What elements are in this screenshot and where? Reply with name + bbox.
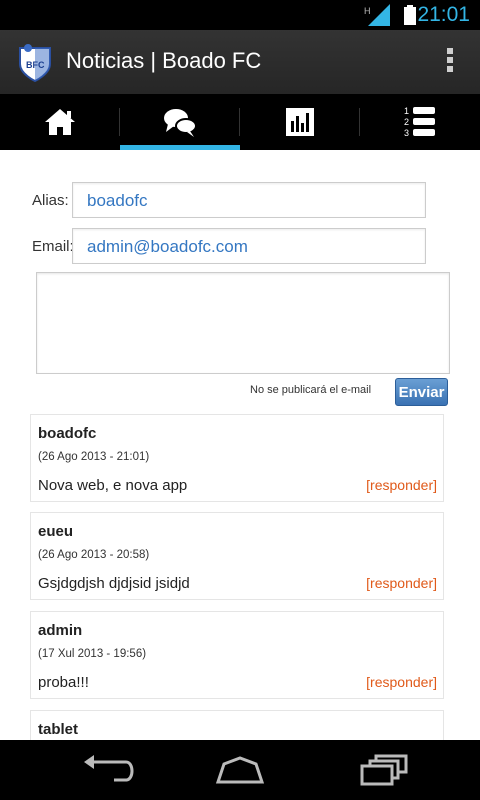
- clock: 21:01: [417, 3, 470, 26]
- comment-author: admin: [38, 622, 83, 639]
- bar-chart-icon: [286, 108, 314, 136]
- comment-textarea[interactable]: [36, 272, 450, 374]
- network-type-label: H: [364, 6, 371, 16]
- screen-title: Noticias | Boado FC: [66, 48, 262, 73]
- tab-stats[interactable]: [240, 94, 360, 150]
- list-item: boadofc (26 Ago 2013 - 21:01) Nova web, …: [30, 414, 444, 502]
- reply-link[interactable]: [responder]: [366, 674, 437, 690]
- svg-text:2: 2: [404, 117, 409, 127]
- alias-label: Alias:: [32, 191, 69, 209]
- send-button[interactable]: Enviar: [395, 378, 448, 406]
- list-item: eueu (26 Ago 2013 - 20:58) Gsjdgdjsh djd…: [30, 512, 444, 600]
- action-bar: BFC Noticias | Boado FC: [0, 30, 480, 94]
- alias-input[interactable]: boadofc: [72, 182, 426, 218]
- tab-ranking[interactable]: 1 2 3: [360, 94, 480, 150]
- system-navigation-bar: [0, 740, 480, 800]
- comment-author: eueu: [38, 523, 74, 540]
- status-bar: H 21:01: [0, 0, 480, 30]
- home-button-icon[interactable]: [210, 752, 270, 788]
- email-privacy-notice: No se publicará el e-mail: [250, 384, 372, 396]
- club-logo-icon[interactable]: BFC: [18, 42, 52, 82]
- chat-icon: [164, 109, 197, 137]
- reply-link[interactable]: [responder]: [366, 575, 437, 591]
- comment-message: Gsjdgdjsh djdjsid jsidjd: [38, 575, 190, 592]
- home-icon: [45, 109, 75, 135]
- alias-row: Alias: boadofc: [32, 182, 426, 218]
- comments-screen: Alias: boadofc Email: admin@boadofc.com …: [0, 150, 480, 740]
- comment-date: (17 Xul 2013 - 19:56): [38, 648, 147, 660]
- comment-date: (26 Ago 2013 - 20:58): [38, 549, 150, 561]
- comment-message: proba!!!: [38, 674, 89, 691]
- ranking-list-icon: 1 2 3: [404, 106, 435, 138]
- tab-comments[interactable]: [120, 94, 240, 150]
- battery-icon: [404, 5, 416, 25]
- comment-author: tablet: [38, 721, 79, 738]
- recent-apps-icon[interactable]: [356, 752, 416, 788]
- svg-text:3: 3: [404, 128, 409, 138]
- email-row: Email: admin@boadofc.com: [32, 228, 426, 264]
- reply-link[interactable]: [responder]: [366, 477, 437, 493]
- back-icon[interactable]: [80, 752, 140, 788]
- list-item: admin (17 Xul 2013 - 19:56) proba!!! [re…: [30, 611, 444, 699]
- tab-home[interactable]: [0, 94, 120, 150]
- list-item: tablet: [30, 710, 444, 740]
- comment-message: Nova web, e nova app: [38, 477, 188, 494]
- email-label: Email:: [32, 237, 74, 255]
- comment-date: (26 Ago 2013 - 21:01): [38, 451, 150, 463]
- overflow-menu-icon[interactable]: [442, 46, 458, 78]
- signal-icon: H: [364, 4, 390, 26]
- logo-text: BFC: [26, 60, 45, 70]
- tab-bar: 1 2 3: [0, 94, 480, 150]
- email-input[interactable]: admin@boadofc.com: [72, 228, 426, 264]
- comment-author: boadofc: [38, 425, 97, 442]
- svg-text:1: 1: [404, 106, 409, 116]
